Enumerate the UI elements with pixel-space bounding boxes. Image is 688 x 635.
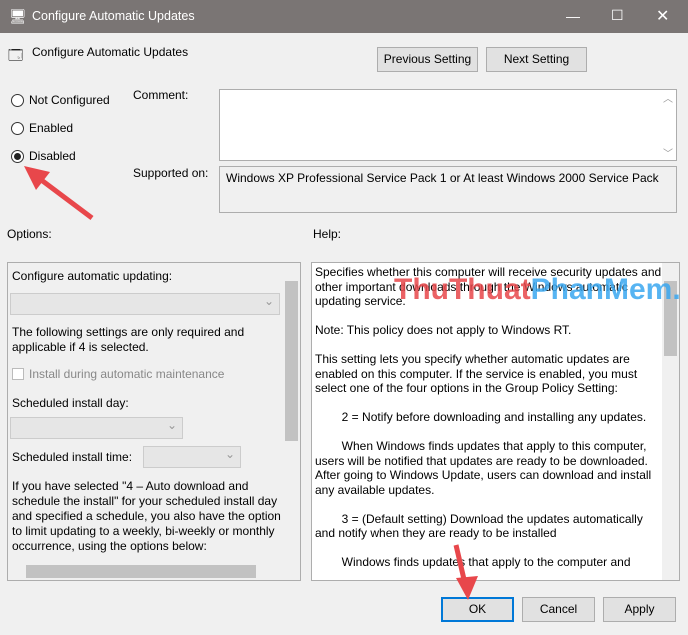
minimize-icon[interactable]: —	[566, 8, 580, 24]
radio-not-configured[interactable]: Not Configured	[11, 93, 110, 107]
app-icon: 🖥	[9, 8, 27, 24]
window-title: Configure Automatic Updates	[32, 9, 195, 23]
configure-dropdown[interactable]	[10, 293, 280, 315]
policy-name: Configure Automatic Updates	[32, 45, 189, 59]
install-maintenance-checkbox[interactable]: Install during automatic maintenance	[12, 367, 224, 381]
options-pane: Configure automatic updating: The follow…	[7, 262, 301, 581]
options-label: Options:	[7, 227, 52, 241]
help-pane: Specifies whether this computer will rec…	[311, 262, 680, 581]
help-text: Specifies whether this computer will rec…	[315, 265, 662, 569]
options-hscrollbar[interactable]	[8, 563, 284, 580]
help-label: Help:	[313, 227, 342, 241]
supported-on-label: Supported on:	[133, 166, 209, 180]
close-icon[interactable]: ✕	[656, 6, 669, 26]
policy-icon: 🗔	[8, 47, 24, 63]
title-bar: 🖥 Configure Automatic Updates — ☐ ✕	[0, 0, 688, 33]
maximize-icon[interactable]: ☐	[611, 7, 624, 24]
radio-disabled[interactable]: Disabled	[11, 149, 76, 163]
next-setting-button[interactable]: Next Setting	[486, 47, 587, 72]
install-time-dropdown[interactable]	[143, 446, 241, 468]
supported-on-field: Windows XP Professional Service Pack 1 o…	[219, 166, 677, 213]
previous-setting-button[interactable]: Previous Setting	[377, 47, 478, 72]
install-day-dropdown[interactable]	[10, 417, 183, 439]
comment-label: Comment:	[133, 88, 189, 102]
help-scrollbar[interactable]	[662, 263, 679, 580]
apply-button[interactable]: Apply	[603, 597, 676, 622]
radio-enabled[interactable]: Enabled	[11, 121, 73, 135]
comment-input[interactable]: ︿ ﹀	[219, 89, 677, 161]
watermark: ThuThuatPhanMem.vn	[394, 273, 680, 306]
options-scrollbar[interactable]	[283, 263, 300, 580]
cancel-button[interactable]: Cancel	[522, 597, 595, 622]
ok-button[interactable]: OK	[441, 597, 514, 622]
